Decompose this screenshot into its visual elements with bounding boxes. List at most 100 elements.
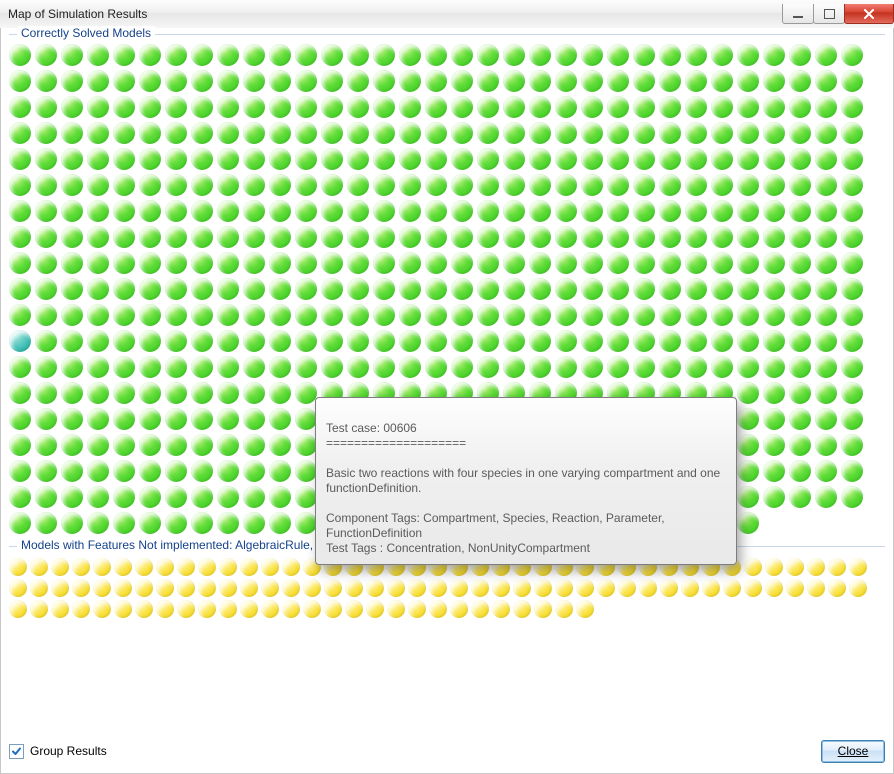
result-dot[interactable] (113, 226, 135, 248)
result-dot[interactable] (607, 226, 629, 248)
result-dot[interactable] (633, 304, 655, 326)
result-dot[interactable] (387, 579, 405, 597)
result-dot[interactable] (711, 304, 733, 326)
result-dot[interactable] (165, 200, 187, 222)
result-dot[interactable] (789, 252, 811, 274)
result-dot[interactable] (243, 512, 265, 534)
result-dot[interactable] (347, 96, 369, 118)
result-dot[interactable] (177, 579, 195, 597)
result-dot[interactable] (503, 226, 525, 248)
result-dot[interactable] (763, 434, 785, 456)
result-dot[interactable] (815, 278, 837, 300)
result-dot[interactable] (139, 174, 161, 196)
result-dot[interactable] (607, 382, 629, 404)
result-dot[interactable] (451, 434, 473, 456)
result-dot[interactable] (61, 70, 83, 92)
result-dot[interactable] (9, 44, 31, 66)
result-dot[interactable] (165, 512, 187, 534)
result-dot[interactable] (477, 44, 499, 66)
result-dot[interactable] (841, 200, 863, 222)
result-dot[interactable] (295, 122, 317, 144)
result-dot[interactable] (702, 579, 720, 597)
result-dot[interactable] (451, 408, 473, 430)
result-dot[interactable] (61, 460, 83, 482)
result-dot[interactable] (633, 278, 655, 300)
result-dot[interactable] (399, 200, 421, 222)
result-dot[interactable] (607, 174, 629, 196)
result-dot[interactable] (711, 512, 733, 534)
result-dot[interactable] (191, 226, 213, 248)
result-dot[interactable] (72, 558, 90, 576)
result-dot[interactable] (633, 434, 655, 456)
result-dot[interactable] (425, 382, 447, 404)
result-dot[interactable] (408, 558, 426, 576)
result-dot[interactable] (711, 122, 733, 144)
result-dot[interactable] (815, 408, 837, 430)
result-dot[interactable] (659, 122, 681, 144)
result-dot[interactable] (269, 408, 291, 430)
result-dot[interactable] (529, 122, 551, 144)
result-dot[interactable] (633, 148, 655, 170)
result-dot[interactable] (555, 122, 577, 144)
result-dot[interactable] (139, 512, 161, 534)
result-dot[interactable] (477, 330, 499, 352)
result-dot[interactable] (87, 252, 109, 274)
result-dot[interactable] (503, 512, 525, 534)
result-dot[interactable] (295, 486, 317, 508)
result-dot[interactable] (373, 408, 395, 430)
result-dot[interactable] (685, 44, 707, 66)
result-dot[interactable] (269, 200, 291, 222)
result-dot[interactable] (243, 278, 265, 300)
result-dot[interactable] (425, 278, 447, 300)
result-dot[interactable] (9, 174, 31, 196)
result-dot[interactable] (191, 200, 213, 222)
result-dot[interactable] (139, 304, 161, 326)
result-dot[interactable] (503, 174, 525, 196)
result-dot[interactable] (61, 486, 83, 508)
result-dot[interactable] (763, 486, 785, 508)
result-dot[interactable] (711, 200, 733, 222)
result-dot[interactable] (711, 460, 733, 482)
result-dot[interactable] (711, 486, 733, 508)
result-dot[interactable] (681, 558, 699, 576)
result-dot[interactable] (555, 600, 573, 618)
result-dot[interactable] (503, 460, 525, 482)
result-dot[interactable] (529, 382, 551, 404)
result-dot[interactable] (633, 460, 655, 482)
result-dot[interactable] (113, 96, 135, 118)
result-dot[interactable] (113, 44, 135, 66)
result-dot[interactable] (61, 408, 83, 430)
result-dot[interactable] (35, 174, 57, 196)
result-dot[interactable] (633, 122, 655, 144)
result-dot[interactable] (399, 356, 421, 378)
result-dot[interactable] (217, 382, 239, 404)
result-dot[interactable] (815, 96, 837, 118)
result-dot[interactable] (261, 579, 279, 597)
result-dot[interactable] (399, 512, 421, 534)
result-dot[interactable] (347, 122, 369, 144)
result-dot[interactable] (529, 226, 551, 248)
result-dot[interactable] (659, 70, 681, 92)
result-dot[interactable] (849, 558, 867, 576)
result-dot[interactable] (347, 44, 369, 66)
result-dot[interactable] (321, 148, 343, 170)
result-dot[interactable] (243, 226, 265, 248)
result-dot[interactable] (295, 434, 317, 456)
result-dot[interactable] (217, 486, 239, 508)
result-dot[interactable] (711, 226, 733, 248)
maximize-button[interactable] (813, 4, 845, 24)
result-dot[interactable] (408, 600, 426, 618)
result-dot[interactable] (723, 579, 741, 597)
result-dot[interactable] (321, 96, 343, 118)
result-dot[interactable] (243, 96, 265, 118)
result-dot[interactable] (607, 408, 629, 430)
result-dot[interactable] (347, 174, 369, 196)
result-dot[interactable] (87, 486, 109, 508)
result-dot[interactable] (191, 486, 213, 508)
result-dot[interactable] (261, 600, 279, 618)
result-dot[interactable] (555, 408, 577, 430)
result-dot[interactable] (243, 200, 265, 222)
result-dot[interactable] (165, 148, 187, 170)
result-dot[interactable] (737, 122, 759, 144)
result-dot[interactable] (477, 434, 499, 456)
